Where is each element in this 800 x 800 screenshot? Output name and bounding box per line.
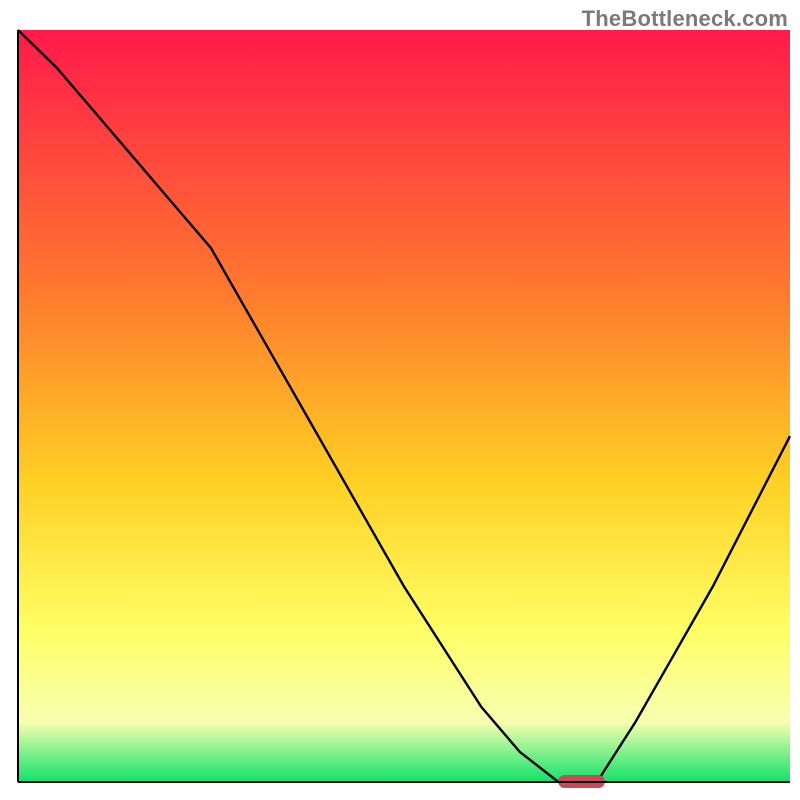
plot-background bbox=[18, 30, 790, 782]
watermark-text: TheBottleneck.com bbox=[582, 6, 788, 32]
chart-svg bbox=[0, 0, 800, 800]
bottleneck-chart: TheBottleneck.com bbox=[0, 0, 800, 800]
